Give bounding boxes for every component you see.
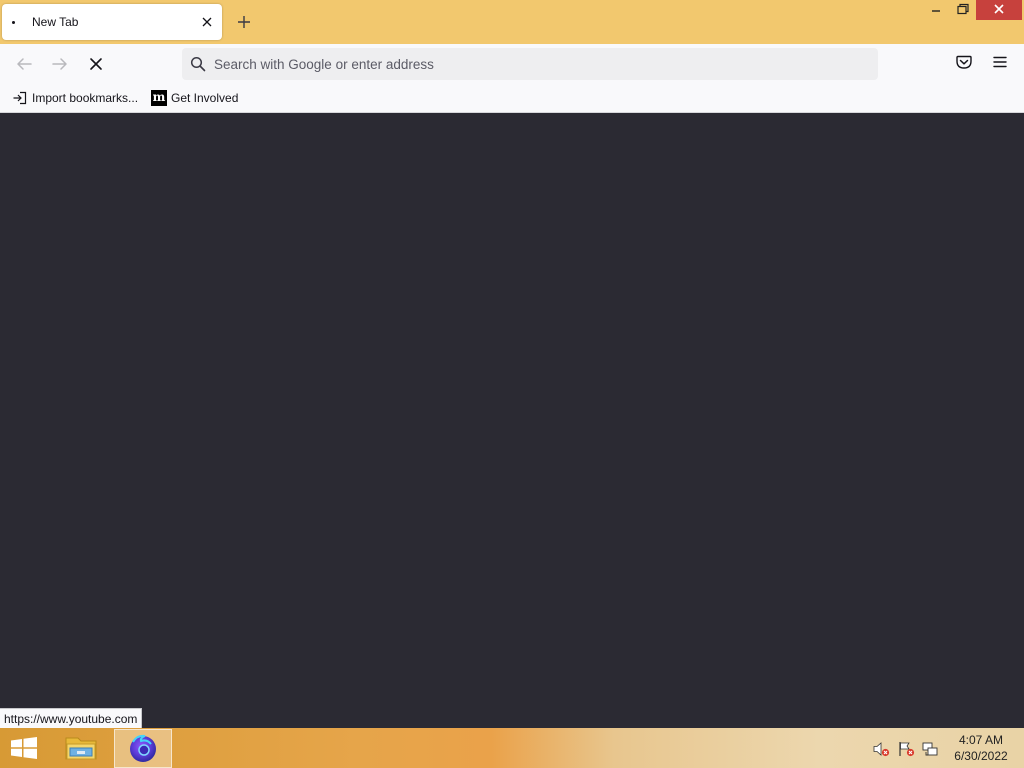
bookmark-import[interactable]: Import bookmarks...: [12, 88, 138, 108]
file-explorer-icon[interactable]: [58, 728, 104, 768]
title-bar: New Tab: [0, 0, 1024, 44]
bookmark-label: Import bookmarks...: [32, 91, 139, 105]
status-link-tooltip: https://www.youtube.com: [0, 708, 143, 729]
clock-time: 4:07 AM: [958, 733, 1004, 747]
system-clock[interactable]: 4:07 AM 6/30/2022: [946, 732, 1016, 764]
search-icon: [190, 56, 206, 72]
windows-start-icon[interactable]: [0, 728, 48, 768]
close-window-icon[interactable]: [976, 0, 1022, 20]
tab-loading-indicator: [12, 21, 15, 24]
navigation-toolbar: [0, 44, 1024, 84]
bookmarks-toolbar: Import bookmarks... m Get Involved: [0, 84, 1024, 113]
pocket-icon[interactable]: [954, 52, 974, 72]
tab-close-icon[interactable]: [198, 13, 216, 31]
mozilla-icon: m: [151, 90, 167, 106]
tab-new-tab[interactable]: New Tab: [2, 4, 222, 40]
tab-title: New Tab: [32, 15, 79, 29]
screen: New Tab Search with Google or enter addr…: [0, 0, 1024, 768]
address-bar[interactable]: [182, 48, 878, 80]
network-icon[interactable]: [921, 740, 939, 758]
firefox-icon: [130, 734, 156, 762]
page-content[interactable]: [0, 113, 1024, 728]
address-input[interactable]: [212, 48, 866, 80]
forward-arrow-icon[interactable]: [48, 52, 72, 76]
back-arrow-icon[interactable]: [12, 52, 36, 76]
action-center-flag-icon[interactable]: [897, 740, 915, 758]
new-tab-plus-icon[interactable]: [232, 10, 256, 34]
import-icon: [13, 91, 27, 105]
restore-window-icon[interactable]: [950, 0, 976, 20]
minimize-window-icon[interactable]: [922, 0, 950, 20]
volume-muted-icon[interactable]: [872, 740, 890, 758]
windows-taskbar: 4:07 AM 6/30/2022: [0, 728, 1024, 768]
stop-loading-icon[interactable]: [84, 52, 108, 76]
firefox-taskbar-button[interactable]: [114, 729, 172, 768]
bookmark-get-involved[interactable]: m Get Involved: [151, 88, 238, 108]
bookmark-label: Get Involved: [171, 91, 239, 105]
hamburger-menu-icon[interactable]: [990, 52, 1010, 72]
clock-date: 6/30/2022: [954, 749, 1008, 763]
